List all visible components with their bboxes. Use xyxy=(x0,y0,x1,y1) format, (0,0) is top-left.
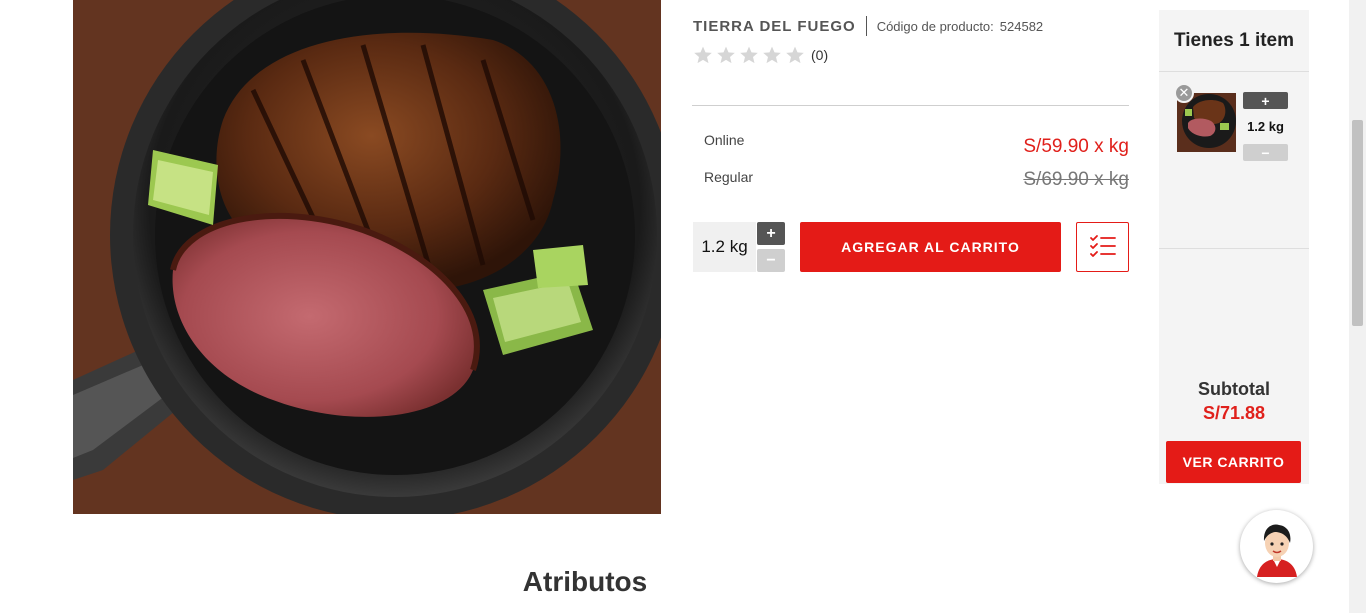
checklist-icon xyxy=(1089,234,1117,261)
price-regular-row: Regular S/69.90 x kg xyxy=(704,168,1129,191)
view-cart-button[interactable]: VER CARRITO xyxy=(1166,441,1301,483)
quantity-increase-button[interactable]: + xyxy=(757,222,785,245)
scrollbar-thumb[interactable] xyxy=(1352,120,1363,326)
attributes-section-title: Atributos xyxy=(522,566,648,597)
brand-name[interactable]: TIERRA DEL FUEGO xyxy=(693,18,856,35)
star-icon[interactable] xyxy=(693,45,713,65)
brand-divider xyxy=(865,16,867,36)
product-image[interactable] xyxy=(73,0,661,514)
mini-cart-header: Tienes 1 item xyxy=(1159,10,1309,72)
star-icon[interactable] xyxy=(716,45,736,65)
mini-cart-item-quantity: 1.2 kg xyxy=(1247,119,1284,134)
price-online-label: Online xyxy=(704,132,745,148)
product-code-value: 524582 xyxy=(999,18,1044,34)
price-online-row: Online S/59.90 x kg xyxy=(704,131,1129,158)
quantity-display: 1.2 kg xyxy=(693,222,756,272)
mini-cart-increase-button[interactable]: + xyxy=(1243,92,1288,109)
add-to-list-button[interactable] xyxy=(1076,222,1129,272)
price-regular-value: S/69.90 x kg xyxy=(1023,169,1129,190)
brand-row: TIERRA DEL FUEGO Código de producto: 524… xyxy=(693,16,1043,36)
star-icon[interactable] xyxy=(762,45,782,65)
mini-cart-item: ✕ + 1.2 kg − xyxy=(1159,73,1309,249)
remove-item-button[interactable]: ✕ xyxy=(1174,83,1194,103)
quantity-decrease-button[interactable]: − xyxy=(757,249,785,272)
divider xyxy=(692,105,1129,106)
star-icon[interactable] xyxy=(785,45,805,65)
add-to-cart-button[interactable]: AGREGAR AL CARRITO xyxy=(800,222,1061,272)
mini-cart-panel: Tienes 1 item ✕ + 1.2 kg − Subtotal S/71… xyxy=(1159,10,1309,484)
chat-assistant-avatar[interactable] xyxy=(1240,510,1313,583)
assistant-avatar-icon xyxy=(1256,524,1297,577)
subtotal-label: Subtotal xyxy=(1198,379,1270,399)
rating-count: (0) xyxy=(811,47,829,63)
star-icon[interactable] xyxy=(739,45,759,65)
price-online-value: S/59.90 x kg xyxy=(1023,136,1129,157)
mini-cart-decrease-button[interactable]: − xyxy=(1243,144,1288,161)
price-regular-label: Regular xyxy=(704,169,754,185)
subtotal-value: S/71.88 xyxy=(1202,403,1266,423)
rating[interactable]: (0) xyxy=(693,45,828,65)
product-code-label: Código de producto: xyxy=(876,18,994,34)
product-page: TIERRA DEL FUEGO Código de producto: 524… xyxy=(0,0,1366,613)
